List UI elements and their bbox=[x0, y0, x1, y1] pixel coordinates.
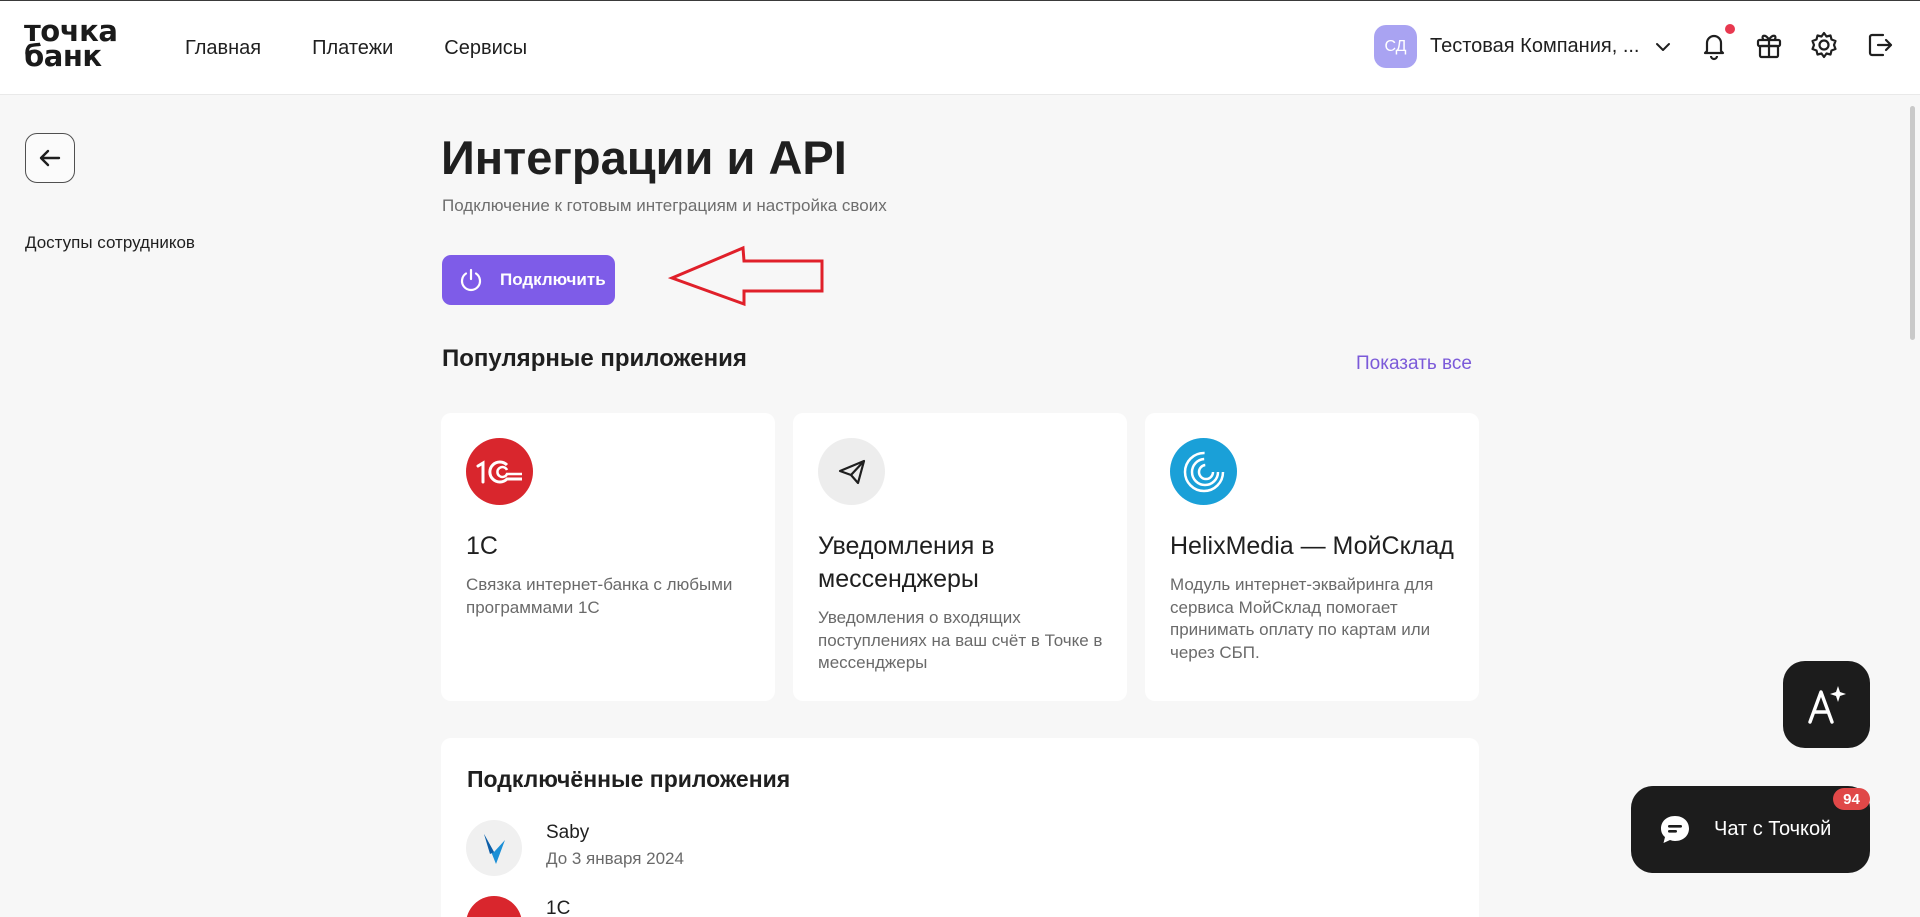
annotation-arrow-icon bbox=[668, 245, 824, 307]
popular-apps-title: Популярные приложения bbox=[442, 345, 747, 372]
onec-logo-icon bbox=[466, 438, 533, 505]
card-title: 1С bbox=[466, 532, 498, 560]
app-date: До 3 января 2024 bbox=[546, 849, 684, 868]
chat-unread-badge: 94 bbox=[1833, 788, 1870, 810]
card-title: Уведомления в мессенджеры bbox=[818, 532, 995, 593]
page-title: Интеграции и API bbox=[441, 131, 847, 184]
app-card-helixmedia[interactable]: HelixMedia — МойСклад Модуль интернет-эк… bbox=[1145, 413, 1479, 701]
logout-icon[interactable] bbox=[1864, 29, 1896, 61]
nav-home[interactable]: Главная bbox=[185, 37, 261, 60]
connect-button-label: Подключить bbox=[500, 270, 606, 289]
company-avatar[interactable]: СД bbox=[1374, 25, 1417, 68]
nav-services[interactable]: Сервисы bbox=[444, 37, 527, 60]
card-description: Связка интернет-банка с любыми программа… bbox=[466, 575, 733, 617]
bell-icon[interactable] bbox=[1698, 29, 1730, 61]
app-card-messenger-notifications[interactable]: Уведомления в мессенджеры Уведомления о … bbox=[793, 413, 1127, 701]
chat-bubble-icon bbox=[1661, 815, 1689, 843]
main-nav: Главная Платежи Сервисы bbox=[185, 37, 527, 60]
back-button[interactable] bbox=[25, 133, 75, 183]
onec-logo-icon bbox=[466, 896, 522, 917]
connected-apps-panel: Подключённые приложения Saby До 3 января… bbox=[441, 738, 1479, 917]
card-description: Уведомления о входящих поступлениях на в… bbox=[818, 608, 1103, 672]
company-name[interactable]: Тестовая Компания, ... bbox=[1430, 35, 1640, 58]
list-item[interactable]: Saby До 3 января 2024 bbox=[466, 820, 1366, 876]
ai-assistant-button[interactable] bbox=[1783, 661, 1870, 748]
arrow-left-icon bbox=[39, 149, 61, 167]
saby-logo-icon bbox=[466, 820, 522, 876]
app-name: Saby bbox=[546, 822, 590, 843]
nav-payments[interactable]: Платежи bbox=[312, 37, 393, 60]
notification-dot bbox=[1725, 24, 1735, 34]
connect-button[interactable]: Подключить bbox=[442, 255, 615, 305]
page-subtitle: Подключение к готовым интеграциям и наст… bbox=[442, 196, 887, 215]
card-title: HelixMedia — МойСклад bbox=[1170, 532, 1454, 560]
connected-apps-title: Подключённые приложения bbox=[467, 766, 791, 792]
app-card-1c[interactable]: 1С Связка интернет-банка с любыми програ… bbox=[441, 413, 775, 701]
gift-icon[interactable] bbox=[1753, 29, 1785, 61]
chat-button-label: Чат с Точкой bbox=[1714, 818, 1832, 840]
sidebar-item-employee-access[interactable]: Доступы сотрудников bbox=[25, 233, 195, 253]
helix-logo-icon bbox=[1170, 438, 1237, 505]
top-header: точка банк Главная Платежи Сервисы СД Те… bbox=[0, 0, 1920, 95]
scrollbar-thumb[interactable] bbox=[1910, 106, 1915, 340]
power-icon bbox=[460, 268, 482, 292]
show-all-link[interactable]: Показать все bbox=[1356, 353, 1472, 375]
app-name: 1С bbox=[546, 898, 571, 917]
bank-logo[interactable]: точка банк bbox=[24, 17, 124, 71]
page-scrollbar[interactable] bbox=[1908, 96, 1920, 917]
gear-icon[interactable] bbox=[1808, 29, 1840, 61]
list-item[interactable]: 1С bbox=[466, 896, 1366, 917]
card-description: Модуль интернет-эквайринга для сервиса М… bbox=[1170, 575, 1434, 662]
ai-sparkle-icon bbox=[1807, 685, 1846, 724]
paper-plane-icon bbox=[818, 438, 885, 505]
chevron-down-icon[interactable] bbox=[1653, 37, 1673, 57]
